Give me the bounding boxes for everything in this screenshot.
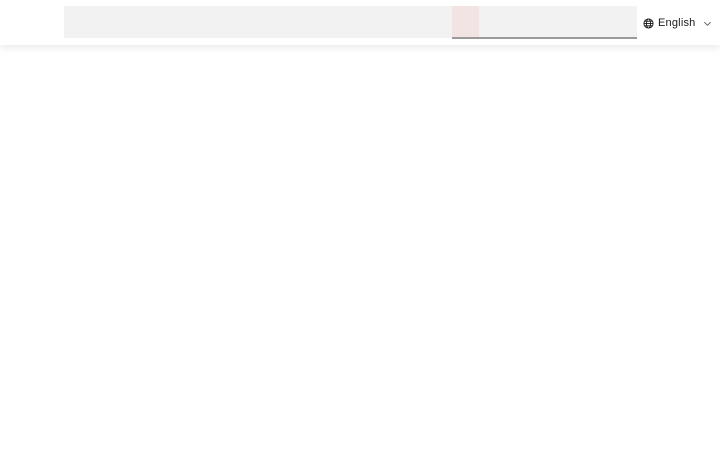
- main-content: [0, 45, 720, 450]
- search-highlight: [452, 6, 479, 38]
- top-header: English: [0, 0, 720, 45]
- search-underline: [452, 37, 637, 39]
- chevron-down-icon: [703, 19, 712, 28]
- globe-icon: [643, 17, 654, 29]
- language-selector[interactable]: English: [643, 14, 712, 32]
- search-field[interactable]: [64, 6, 452, 38]
- language-label: English: [658, 17, 696, 29]
- search-field-right[interactable]: [479, 6, 637, 37]
